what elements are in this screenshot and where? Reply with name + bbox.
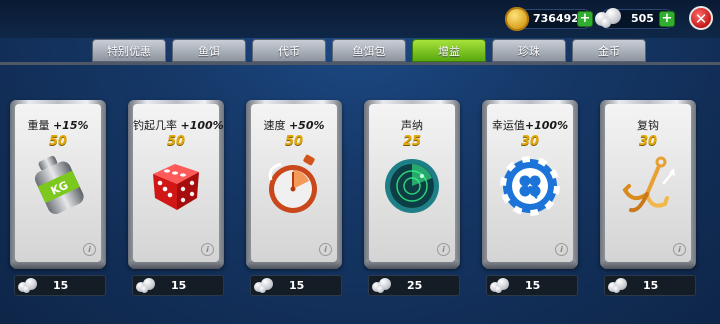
- price-value: 15: [53, 279, 69, 292]
- boost-cost: 50: [166, 134, 186, 149]
- info-icon[interactable]: i: [201, 243, 214, 256]
- info-icon[interactable]: i: [437, 243, 450, 256]
- tab-coins[interactable]: 金币: [572, 39, 646, 62]
- lucky-clover-chip-icon: [500, 156, 560, 216]
- boost-cost: 25: [402, 134, 422, 149]
- add-pearls-button[interactable]: +: [659, 11, 675, 27]
- boost-title: 重量 +15%: [27, 119, 89, 132]
- pearl-icon: [372, 278, 394, 293]
- gold-coin-icon: [505, 7, 529, 31]
- price-value: 15: [525, 279, 541, 292]
- add-coins-button[interactable]: +: [577, 11, 593, 27]
- boost-cost: 30: [638, 134, 658, 149]
- treble-hook-icon: [622, 156, 675, 213]
- price-value: 25: [407, 279, 423, 292]
- info-icon[interactable]: i: [555, 243, 568, 256]
- boost-card-catch-chance[interactable]: 钓起几率 +100% 50 i: [128, 100, 224, 274]
- boost-card-weight[interactable]: 重量 +15% 50 KG i: [10, 100, 106, 274]
- buy-luck-button[interactable]: 15: [486, 275, 578, 296]
- price-value: 15: [643, 279, 659, 292]
- pearl-icon: [490, 278, 512, 293]
- sonar-radar-icon: [385, 159, 439, 213]
- buy-sonar-button[interactable]: 25: [368, 275, 460, 296]
- pearl-amount: 505: [631, 12, 654, 25]
- boost-card-luck[interactable]: 幸运值+100% 30 i: [482, 100, 578, 274]
- boost-cost: 30: [520, 134, 540, 149]
- tab-tokens[interactable]: 代币: [252, 39, 326, 62]
- boost-title: 速度 +50%: [263, 119, 325, 132]
- kg-weight-icon: KG: [34, 155, 84, 214]
- red-dice-icon: [153, 164, 199, 210]
- boost-card-multi-hook[interactable]: 复钩 30 i: [600, 100, 696, 274]
- boost-cost: 50: [284, 134, 304, 149]
- price-value: 15: [171, 279, 187, 292]
- stopwatch-icon: [268, 154, 317, 213]
- boost-title: 幸运值+100%: [491, 119, 569, 132]
- close-icon: ✕: [694, 10, 708, 28]
- close-button[interactable]: ✕: [689, 6, 713, 30]
- buy-weight-button[interactable]: 15: [14, 275, 106, 296]
- boost-title: 复钩: [637, 119, 659, 132]
- tab-special-offers[interactable]: 特别优惠: [92, 39, 166, 62]
- pearl-icon: [254, 278, 276, 293]
- pearl-icon: [608, 278, 630, 293]
- pearl-icon: [18, 278, 40, 293]
- tab-bait-pack[interactable]: 鱼饵包: [332, 39, 406, 62]
- pearl-balance: 505 +: [595, 8, 675, 29]
- buy-catch-chance-button[interactable]: 15: [132, 275, 224, 296]
- boost-cost: 50: [48, 134, 68, 149]
- pearl-icon: [136, 278, 158, 293]
- buy-multi-hook-button[interactable]: 15: [604, 275, 696, 296]
- tab-underline: [0, 62, 720, 65]
- pearl-icon: [595, 6, 623, 30]
- coin-balance: 736492 +: [505, 7, 593, 31]
- info-icon[interactable]: i: [83, 243, 96, 256]
- tab-boosts[interactable]: 增益: [412, 39, 486, 62]
- info-icon[interactable]: i: [319, 243, 332, 256]
- tab-bait[interactable]: 鱼饵: [172, 39, 246, 62]
- coin-amount: 736492: [533, 12, 579, 25]
- tab-pearls[interactable]: 珍珠: [492, 39, 566, 62]
- boost-title: 声纳: [401, 119, 423, 132]
- price-value: 15: [289, 279, 305, 292]
- boost-title: 钓起几率 +100%: [133, 119, 224, 132]
- boost-card-speed[interactable]: 速度 +50% 50 i: [246, 100, 342, 274]
- info-icon[interactable]: i: [673, 243, 686, 256]
- boost-card-sonar[interactable]: 声纳 25 i: [364, 100, 460, 274]
- buy-speed-button[interactable]: 15: [250, 275, 342, 296]
